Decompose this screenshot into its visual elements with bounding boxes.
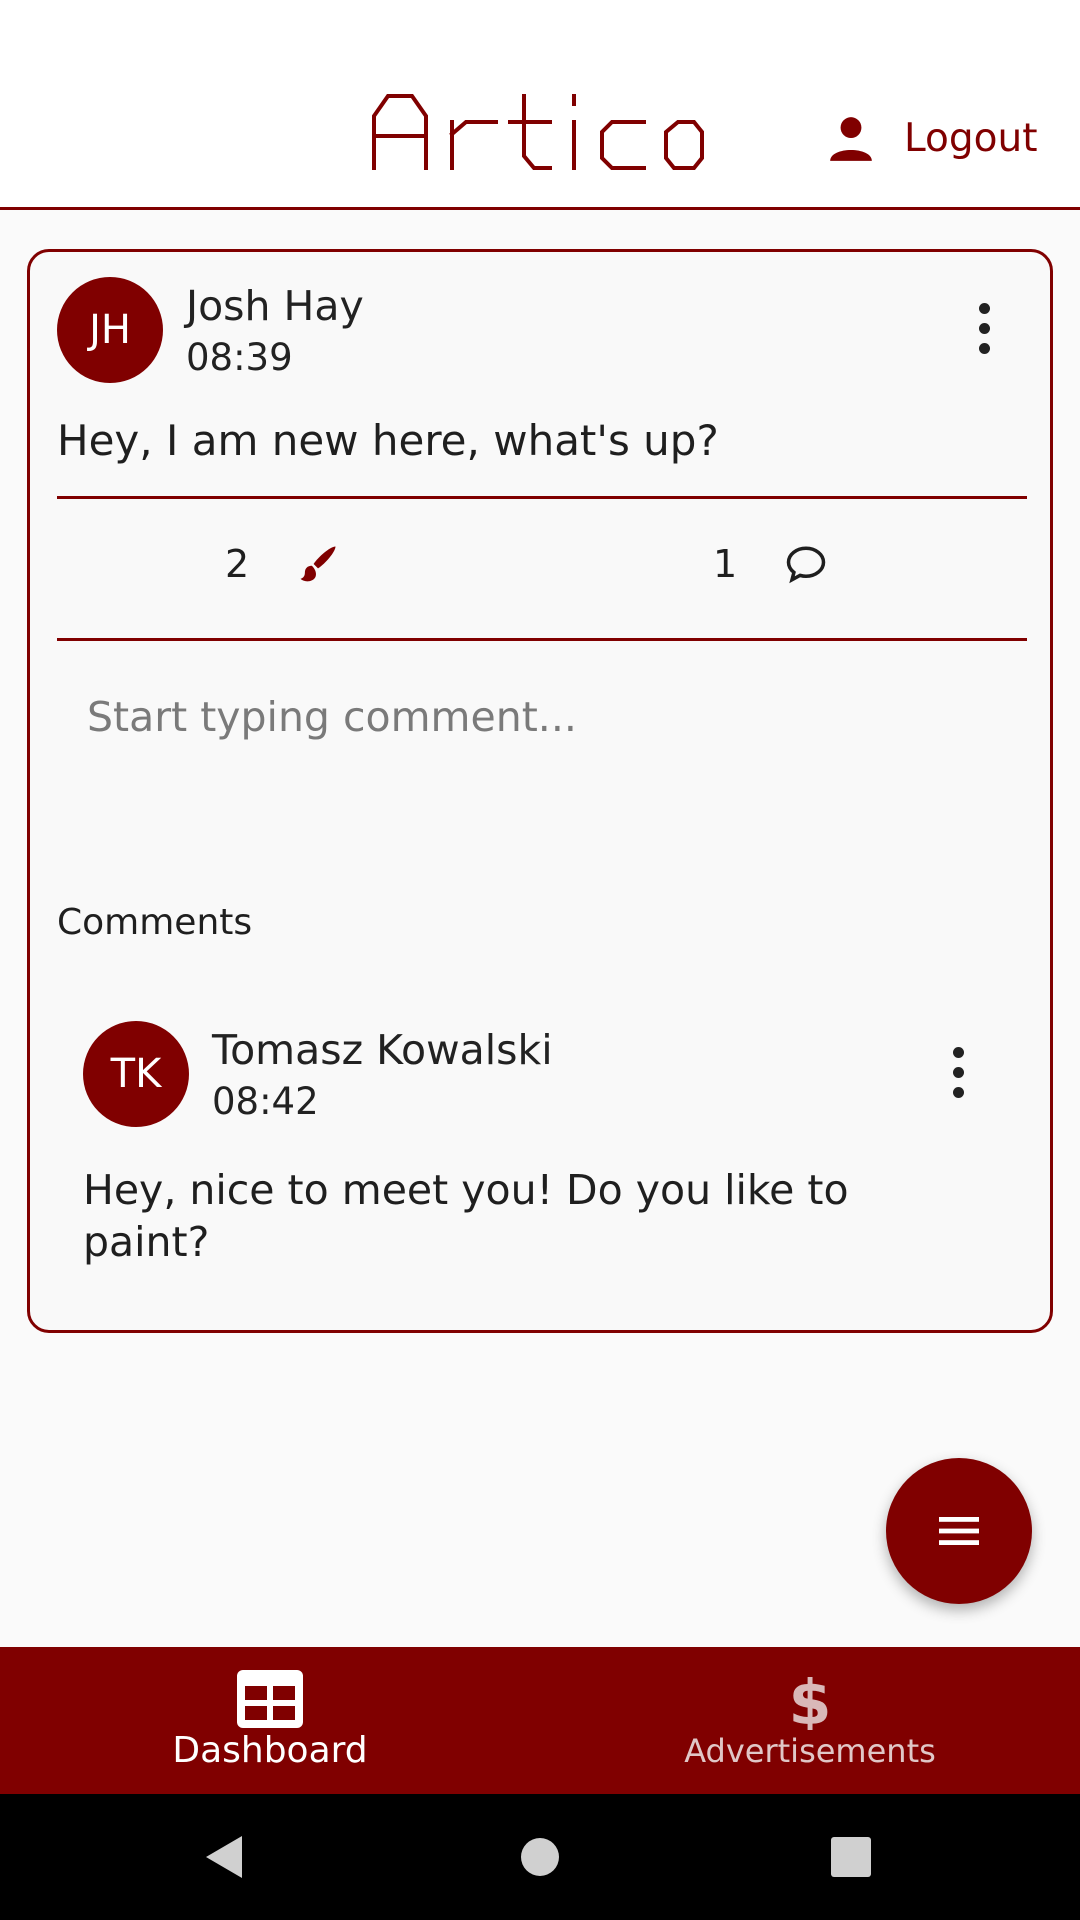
svg-text:$: $ (788, 1672, 831, 1730)
comment-text: Hey, nice to meet you! Do you like to pa… (83, 1166, 849, 1266)
comment-time: 08:42 (212, 1080, 319, 1123)
comments-count-button[interactable]: 1 (713, 542, 827, 586)
menu-fab-button[interactable] (886, 1458, 1032, 1604)
likes-count: 2 (225, 542, 250, 586)
comment-input[interactable] (57, 652, 1027, 782)
home-icon[interactable] (515, 1832, 565, 1882)
back-icon[interactable] (200, 1832, 250, 1882)
system-nav-bar (0, 1794, 1080, 1920)
comment-icon (786, 546, 826, 584)
app-header: Logout (0, 0, 1080, 210)
comments-heading: Comments (57, 902, 253, 943)
user-icon (830, 117, 872, 161)
like-button[interactable]: 2 (225, 542, 339, 586)
post-author-name[interactable]: Josh Hay (186, 282, 364, 330)
nav-item-dashboard[interactable]: Dashboard (0, 1647, 540, 1794)
post-more-options-button[interactable] (964, 298, 1004, 358)
post-text: Hey, I am new here, what's up? (57, 416, 719, 465)
comment-more-options-button[interactable] (938, 1042, 978, 1102)
post-time: 08:39 (186, 336, 293, 379)
artico-logo (372, 94, 704, 170)
divider (57, 496, 1027, 499)
nav-item-advertisements[interactable]: $ Advertisements (540, 1647, 1080, 1794)
post-card: JH Josh Hay 08:39 Hey, I am new here, wh… (27, 249, 1053, 1333)
nav-label-advertisements: Advertisements (684, 1731, 936, 1770)
dollar-icon: $ (788, 1672, 831, 1730)
paintbrush-icon (300, 546, 336, 582)
menu-icon (939, 1517, 979, 1545)
grid-icon (237, 1670, 303, 1728)
recents-icon[interactable] (826, 1832, 876, 1882)
bottom-nav: Dashboard $ Advertisements (0, 1647, 1080, 1794)
nav-label-dashboard: Dashboard (172, 1730, 368, 1771)
avatar[interactable]: JH (57, 277, 163, 383)
avatar[interactable]: TK (83, 1021, 189, 1127)
logout-label: Logout (904, 115, 1038, 161)
comments-count: 1 (713, 542, 738, 586)
comment-author-name[interactable]: Tomasz Kowalski (212, 1026, 553, 1074)
avatar-initials: TK (110, 1051, 162, 1097)
avatar-initials: JH (89, 307, 131, 353)
logout-button[interactable]: Logout (826, 108, 1038, 168)
divider (57, 638, 1027, 641)
